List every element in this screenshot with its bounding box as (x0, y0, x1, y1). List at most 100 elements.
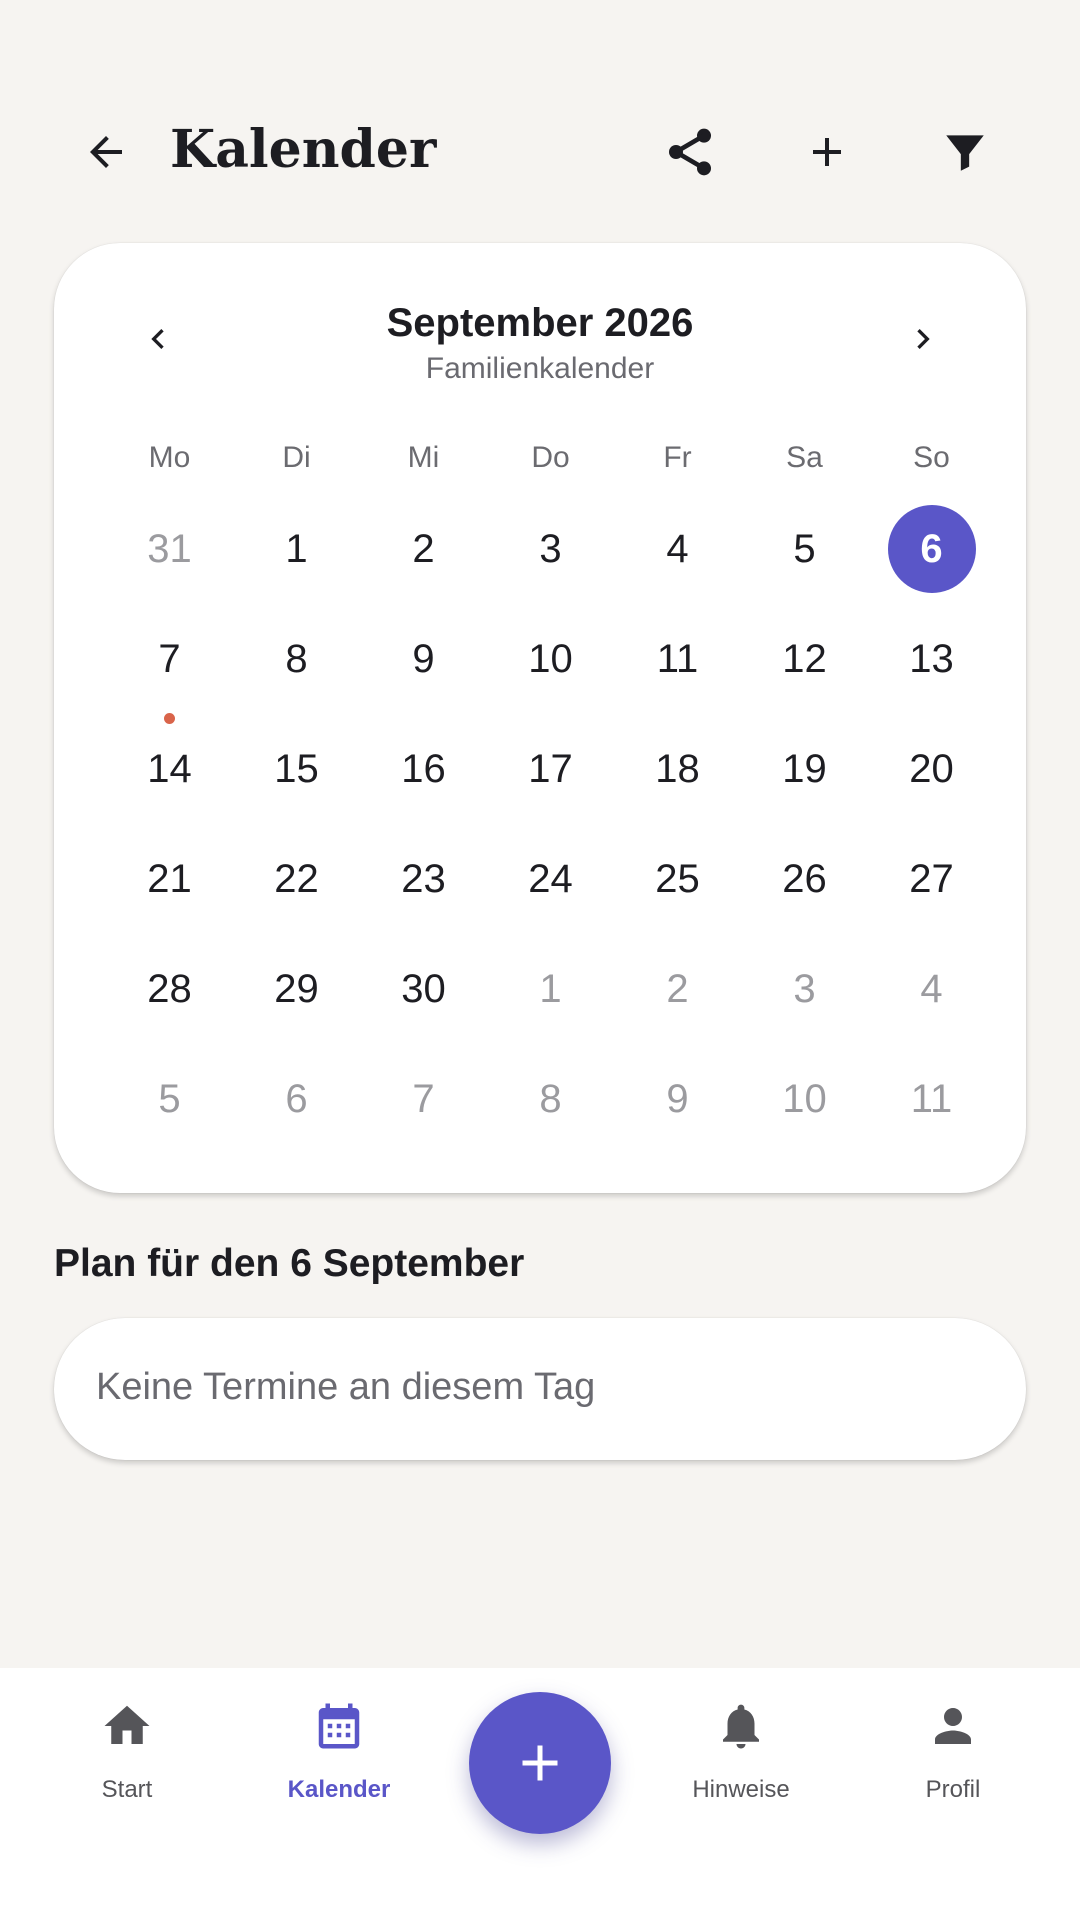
day-cell[interactable]: 20 (868, 725, 995, 835)
back-button[interactable] (66, 112, 146, 192)
day-cell[interactable]: 5 (741, 505, 868, 615)
day-cell[interactable]: 1 (233, 505, 360, 615)
day-number: 9 (412, 636, 435, 681)
day-number: 18 (655, 746, 700, 791)
day-number: 23 (401, 856, 446, 901)
chevron-right-icon (917, 329, 930, 349)
day-number: 8 (285, 636, 308, 681)
day-number: 30 (401, 966, 446, 1011)
day-cell[interactable]: 7 (106, 615, 233, 725)
day-cell[interactable]: 2 (360, 505, 487, 615)
day-cell[interactable]: 3 (487, 505, 614, 615)
person-icon (935, 1708, 971, 1744)
day-number: 1 (285, 526, 308, 571)
add-event-button[interactable] (787, 112, 867, 192)
day-grid: 31 1 2 3 4 5 6 7 8 9 10 11 12 13 14 15 16 17 18 19 20 21 22 23 2… (106, 505, 996, 1165)
day-cell[interactable]: 24 (487, 835, 614, 945)
day-cell[interactable]: 8 (233, 615, 360, 725)
nav-label: Kalender (287, 1776, 391, 1803)
day-number: 20 (909, 746, 954, 791)
plus-icon (813, 138, 841, 166)
day-number: 7 (158, 636, 181, 681)
day-cell[interactable]: 16 (360, 725, 487, 835)
day-cell[interactable]: 11 (868, 1055, 995, 1165)
day-number: 11 (656, 636, 699, 681)
day-number: 16 (401, 746, 446, 791)
weekday-label: Fr (663, 441, 692, 474)
day-cell[interactable]: 9 (360, 615, 487, 725)
day-cell[interactable]: 31 (106, 505, 233, 615)
day-cell[interactable]: 22 (233, 835, 360, 945)
day-cell[interactable]: 10 (487, 615, 614, 725)
day-cell[interactable]: 5 (106, 1055, 233, 1165)
day-cell[interactable]: 11 (614, 615, 741, 725)
weekday-header: Mo Di Mi Do Fr Sa So (106, 433, 996, 483)
day-cell[interactable]: 30 (360, 945, 487, 1055)
day-cell[interactable]: 1 (487, 945, 614, 1055)
day-number: 8 (539, 1076, 562, 1121)
day-cell[interactable]: 4 (868, 945, 995, 1055)
plan-card: Keine Termine an diesem Tag (54, 1318, 1026, 1460)
day-cell[interactable]: 26 (741, 835, 868, 945)
day-cell[interactable]: 21 (106, 835, 233, 945)
event-indicator-dot (164, 713, 175, 724)
day-cell[interactable]: 28 (106, 945, 233, 1055)
share-icon (669, 128, 711, 176)
weekday-label: Sa (786, 441, 823, 474)
day-number: 9 (666, 1076, 689, 1121)
day-cell[interactable]: 9 (614, 1055, 741, 1165)
day-cell[interactable]: 23 (360, 835, 487, 945)
day-cell[interactable]: 8 (487, 1055, 614, 1165)
plus-icon (522, 1745, 558, 1781)
day-cell[interactable]: 6 (233, 1055, 360, 1165)
nav-label: Hinweise (692, 1776, 790, 1803)
day-number: 31 (147, 526, 192, 571)
day-number: 6 (887, 505, 976, 593)
calendar-screen: Kalender September 2026 Familienkalender… (0, 0, 1080, 1920)
day-cell[interactable]: 15 (233, 725, 360, 835)
next-month-button[interactable] (887, 303, 959, 375)
nav-label: Profil (925, 1776, 981, 1803)
nav-item-kalender[interactable]: Kalender (239, 1698, 439, 1818)
weekday-label: So (913, 441, 950, 474)
day-cell[interactable]: 19 (741, 725, 868, 835)
day-number: 10 (528, 636, 573, 681)
day-number: 4 (666, 526, 689, 571)
day-number: 5 (158, 1076, 181, 1121)
nav-item-start[interactable]: Start (27, 1698, 227, 1818)
day-cell[interactable]: 10 (741, 1055, 868, 1165)
share-button[interactable] (650, 112, 730, 192)
day-number: 7 (412, 1076, 435, 1121)
day-cell[interactable]: 13 (868, 615, 995, 725)
day-cell[interactable]: 29 (233, 945, 360, 1055)
day-number: 10 (782, 1076, 827, 1121)
day-cell[interactable]: 25 (614, 835, 741, 945)
day-cell[interactable]: 18 (614, 725, 741, 835)
weekday-label: Mo (148, 441, 191, 474)
day-number: 3 (539, 526, 562, 571)
calendar-icon (318, 1703, 360, 1749)
nav-item-profil[interactable]: Profil (853, 1698, 1053, 1818)
day-cell[interactable]: 27 (868, 835, 995, 945)
add-fab-button[interactable] (469, 1692, 611, 1834)
bell-icon (723, 1704, 759, 1749)
day-cell[interactable]: 3 (741, 945, 868, 1055)
home-icon (104, 1705, 150, 1744)
filter-button[interactable] (925, 112, 1005, 192)
day-cell[interactable]: 4 (614, 505, 741, 615)
arrow-left-icon (90, 136, 122, 168)
day-cell[interactable]: 17 (487, 725, 614, 835)
nav-item-hinweise[interactable]: Hinweise (641, 1698, 841, 1818)
day-number: 29 (274, 966, 319, 1011)
day-number: 14 (147, 746, 192, 791)
day-cell[interactable]: 12 (741, 615, 868, 725)
day-cell[interactable]: 7 (360, 1055, 487, 1165)
day-number: 2 (412, 526, 435, 571)
calendar-header: September 2026 Familienkalender (54, 243, 1026, 393)
day-number: 26 (782, 856, 827, 901)
day-cell[interactable]: 2 (614, 945, 741, 1055)
month-label: September 2026 (386, 301, 694, 345)
day-cell[interactable]: 14 (106, 725, 233, 835)
day-number: 5 (793, 526, 816, 571)
day-cell-selected[interactable]: 6 (868, 505, 995, 615)
